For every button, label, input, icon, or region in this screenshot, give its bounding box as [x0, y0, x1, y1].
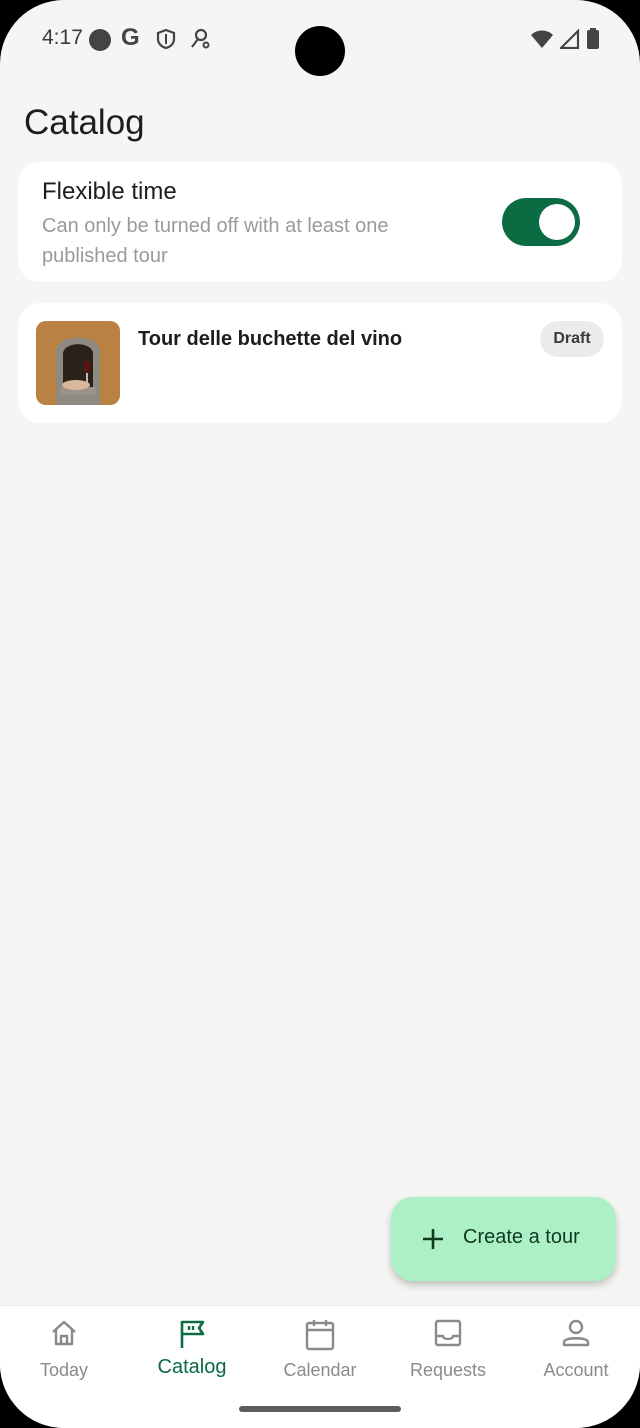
home-icon — [49, 1318, 79, 1353]
flexible-time-title: Flexible time — [42, 178, 177, 205]
nav-label-requests: Requests — [409, 1360, 487, 1380]
nav-item-calendar[interactable]: Calendar — [256, 1306, 384, 1406]
nav-label-catalog: Catalog — [157, 1356, 227, 1378]
create-tour-button[interactable]: Create a tour — [391, 1197, 616, 1281]
status-badge: Draft — [540, 321, 604, 357]
shield-icon — [155, 28, 177, 55]
create-tour-label: Create a tour — [463, 1226, 580, 1248]
dot-icon — [89, 29, 111, 51]
key-icon — [189, 28, 211, 55]
camera-cutout — [295, 26, 345, 76]
plus-icon — [421, 1227, 445, 1256]
tour-name: Tour delle buchette del vino — [138, 328, 403, 350]
signal-icon — [558, 28, 580, 54]
flexible-time-subtitle: Can only be turned off with at least one… — [42, 215, 389, 267]
google-icon: G — [121, 24, 140, 51]
status-time: 4:17 — [42, 26, 83, 49]
flag-icon — [177, 1318, 207, 1355]
wifi-icon — [530, 29, 554, 54]
nav-label-calendar: Calendar — [283, 1360, 357, 1380]
phone-screen: 4:17 G Catalog Flexible time Can only be… — [0, 0, 640, 1428]
flexible-time-card: Flexible time Can only be turned off wit… — [18, 162, 622, 282]
nav-label-today: Today — [39, 1360, 89, 1380]
tour-card[interactable]: Tour delle buchette del vino Draft — [18, 303, 622, 423]
nav-item-account[interactable]: Account — [512, 1306, 640, 1406]
status-icons-right — [530, 28, 600, 55]
toggle-knob — [539, 204, 575, 240]
nav-item-today[interactable]: Today — [0, 1306, 128, 1406]
person-icon — [561, 1318, 591, 1353]
status-bar: 4:17 G — [0, 0, 640, 80]
battery-icon — [586, 28, 600, 55]
inbox-icon — [433, 1318, 463, 1353]
calendar-icon — [304, 1318, 336, 1357]
flexible-time-toggle[interactable] — [502, 198, 580, 246]
home-indicator[interactable] — [239, 1406, 401, 1412]
nav-item-catalog[interactable]: Catalog — [128, 1306, 256, 1406]
nav-label-account: Account — [543, 1360, 609, 1380]
page-title: Catalog — [24, 103, 145, 142]
nav-item-requests[interactable]: Requests — [384, 1306, 512, 1406]
tour-thumbnail — [36, 321, 120, 405]
